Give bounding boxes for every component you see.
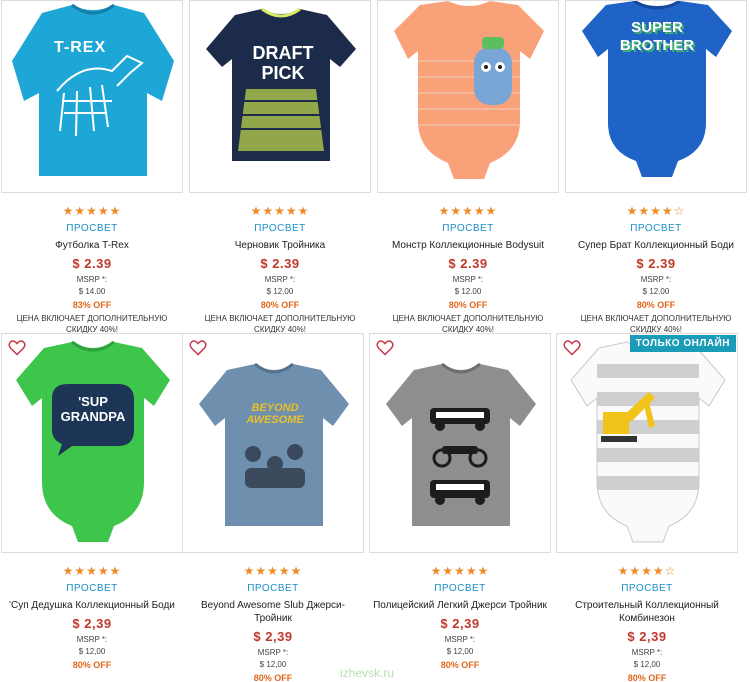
rating-stars: ★★★★☆ <box>617 564 677 578</box>
price: $ 2.39 <box>260 256 300 271</box>
brand-label: ПРОСВЕТ <box>66 223 118 234</box>
discount-percent: 80% OFF <box>636 300 676 310</box>
heart-icon[interactable] <box>563 340 581 356</box>
discount-percent: 80% OFF <box>448 300 488 310</box>
rating-stars: ★★★★★ <box>243 564 303 578</box>
graphic-text: 'SUP GRANDPA <box>60 394 126 424</box>
product-image[interactable] <box>377 0 559 193</box>
rating-stars: ★★★★★ <box>62 564 122 578</box>
msrp-label: MSRP *: <box>452 275 484 284</box>
brand-label: ПРОСВЕТ <box>434 583 486 594</box>
msrp-label: MSRP *: <box>257 648 289 657</box>
discount-note: ЦЕНА ВКЛЮЧАЕТ ДОПОЛНИТЕЛЬНУЮ СКИДКУ 40%! <box>392 314 544 334</box>
price: $ 2,39 <box>440 616 480 631</box>
product-name[interactable]: Строительный Коллекционный Комбинезон <box>556 599 738 625</box>
product-name[interactable]: Черновик Тройника <box>189 239 371 252</box>
discount-percent: 83% OFF <box>72 300 112 310</box>
product-name[interactable]: Полицейский Легкий Джерси Тройник <box>369 599 551 612</box>
product-name[interactable]: Футболка T-Rex <box>1 239 183 252</box>
rating-stars: ★★★★★ <box>250 204 310 218</box>
rating-stars: ★★★★★ <box>430 564 490 578</box>
product-name[interactable]: 'Суп Дедушка Коллекционный Боди <box>1 599 183 612</box>
discount-percent: 80% OFF <box>260 300 300 310</box>
msrp-label: MSRP *: <box>640 275 672 284</box>
product-image[interactable] <box>369 333 551 553</box>
msrp-label: MSRP *: <box>264 275 296 284</box>
msrp-label: MSRP *: <box>444 635 476 644</box>
msrp-value: $ 12,00 <box>633 660 661 669</box>
graphic-text: DRAFT PICK <box>252 43 314 83</box>
product-name[interactable]: Супер Брат Коллекционный Боди <box>565 239 747 252</box>
price: $ 2,39 <box>627 629 667 644</box>
discount-percent: 80% OFF <box>440 660 480 670</box>
msrp-value: $ 12,00 <box>446 647 474 656</box>
graphic-text: T-REX <box>54 39 107 56</box>
msrp-label: MSRP *: <box>76 275 108 284</box>
price: $ 2,39 <box>253 629 293 644</box>
msrp-label: MSRP *: <box>76 635 108 644</box>
msrp-value: $ 12,00 <box>78 647 106 656</box>
product-image[interactable]: 'SUP GRANDPA <box>1 333 183 553</box>
discount-note: ЦЕНА ВКЛЮЧАЕТ ДОПОЛНИТЕЛЬНУЮ СКИДКУ 40%! <box>16 314 168 334</box>
online-only-badge: ТОЛЬКО ОНЛАЙН <box>629 335 736 352</box>
product-name[interactable]: Монстр Коллекционные Bodysuit <box>377 239 559 252</box>
discount-percent: 80% OFF <box>253 673 293 682</box>
discount-percent: 80% OFF <box>627 673 667 682</box>
heart-icon[interactable] <box>8 340 26 356</box>
msrp-value: $ 12.00 <box>266 287 294 296</box>
price: $ 2.39 <box>72 256 112 271</box>
msrp-label: MSRP *: <box>631 648 663 657</box>
discount-note: ЦЕНА ВКЛЮЧАЕТ ДОПОЛНИТЕЛЬНУЮ СКИДКУ 40%! <box>204 314 356 334</box>
msrp-value: $ 12,00 <box>259 660 287 669</box>
brand-label: ПРОСВЕТ <box>630 223 682 234</box>
heart-icon[interactable] <box>189 340 207 356</box>
watermark: izhevsk.ru <box>340 666 395 680</box>
brand-label: ПРОСВЕТ <box>254 223 306 234</box>
heart-icon[interactable] <box>376 340 394 356</box>
product-image[interactable]: SUPER BROTHER <box>565 0 747 193</box>
product-name[interactable]: Beyond Awesome Slub Джерси-Тройник <box>182 599 364 625</box>
discount-percent: 80% OFF <box>72 660 112 670</box>
price: $ 2.39 <box>448 256 488 271</box>
discount-note: ЦЕНА ВКЛЮЧАЕТ ДОПОЛНИТЕЛЬНУЮ СКИДКУ 40%! <box>580 314 732 334</box>
brand-label: ПРОСВЕТ <box>66 583 118 594</box>
rating-stars: ★★★★☆ <box>626 204 686 218</box>
graphic-text: SUPER BROTHER <box>619 19 695 54</box>
product-image[interactable]: T-REX <box>1 0 183 193</box>
brand-label: ПРОСВЕТ <box>247 583 299 594</box>
product-image[interactable]: DRAFT PICK <box>189 0 371 193</box>
price: $ 2,39 <box>72 616 112 631</box>
msrp-value: $ 12.00 <box>454 287 482 296</box>
msrp-value: $ 14.00 <box>78 287 106 296</box>
graphic-text: BEYOND AWESOME <box>246 402 304 426</box>
product-image[interactable]: ТОЛЬКО ОНЛАЙН <box>556 333 738 553</box>
msrp-value: $ 12.00 <box>642 287 670 296</box>
rating-stars: ★★★★★ <box>438 204 498 218</box>
brand-label: ПРОСВЕТ <box>621 583 673 594</box>
product-image[interactable]: BEYOND AWESOME <box>182 333 364 553</box>
price: $ 2.39 <box>636 256 676 271</box>
brand-label: ПРОСВЕТ <box>442 223 494 234</box>
rating-stars: ★★★★★ <box>62 204 122 218</box>
